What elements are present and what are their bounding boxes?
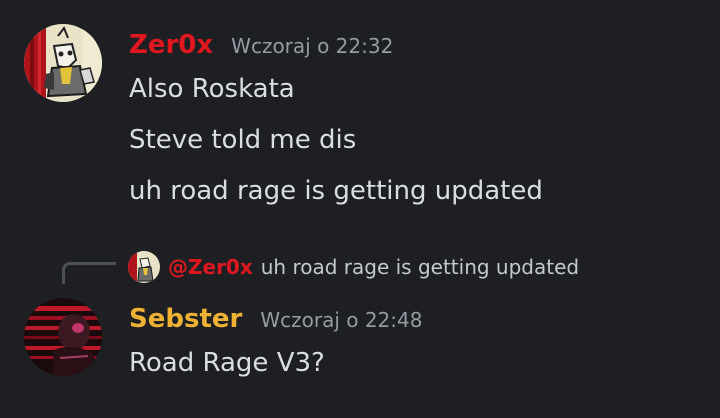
cartoon-character-avatar-icon	[128, 251, 160, 283]
sebster-avatar[interactable]	[24, 298, 102, 376]
message-line: uh road rage is getting updated	[129, 176, 543, 206]
message-sebster: @Zer0x uh road rage is getting updated S…	[0, 244, 720, 418]
message-timestamp[interactable]: Wczoraj o 22:32	[231, 29, 393, 63]
cartoon-character-avatar-icon	[24, 24, 102, 102]
message-header: Zer0x Wczoraj o 22:32	[129, 28, 393, 63]
username-sebster[interactable]: Sebster	[129, 302, 242, 336]
reply-reference[interactable]: @Zer0x uh road rage is getting updated	[128, 251, 579, 283]
red-dark-figure-avatar-icon	[24, 298, 102, 376]
chat-messages: Zer0x Wczoraj o 22:32 Also Roskata Steve…	[0, 0, 720, 418]
message-line: Also Roskata	[129, 74, 295, 104]
message-line: Steve told me dis	[129, 125, 357, 155]
reply-author-mention[interactable]: @Zer0x	[168, 255, 253, 279]
message-line: Road Rage V3?	[129, 348, 325, 378]
message-zer0x: Zer0x Wczoraj o 22:32 Also Roskata Steve…	[0, 0, 720, 220]
reply-preview-text: uh road rage is getting updated	[260, 255, 580, 279]
zer0x-avatar[interactable]	[24, 24, 102, 102]
message-timestamp[interactable]: Wczoraj o 22:48	[260, 303, 422, 337]
username-zer0x[interactable]: Zer0x	[129, 28, 213, 62]
reply-avatar	[128, 251, 160, 283]
message-header: Sebster Wczoraj o 22:48	[129, 302, 422, 337]
reply-connector-line	[62, 262, 116, 284]
